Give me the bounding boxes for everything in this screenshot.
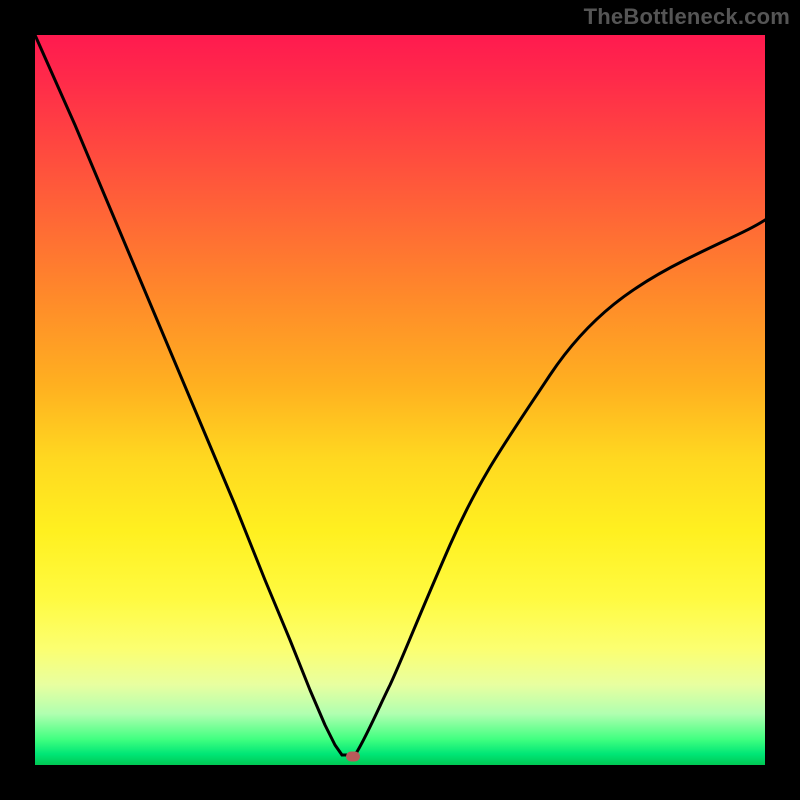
plot-area (35, 35, 765, 765)
bottleneck-curve (35, 35, 765, 765)
watermark-text: TheBottleneck.com (584, 4, 790, 30)
chart-frame: TheBottleneck.com (0, 0, 800, 800)
optimum-marker (346, 752, 360, 762)
curve-right-branch (355, 220, 765, 755)
curve-left-branch (35, 35, 342, 755)
